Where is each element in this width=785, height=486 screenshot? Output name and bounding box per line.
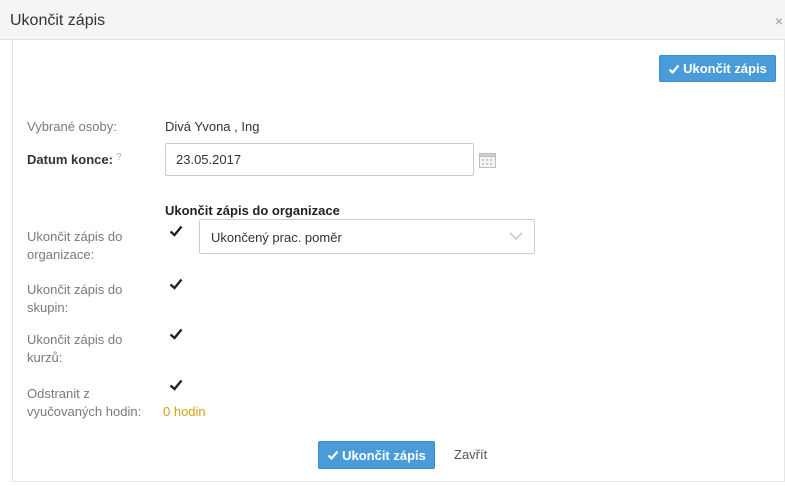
check-icon [327, 450, 339, 461]
dialog-title: Ukončit zápis [10, 12, 106, 29]
selected-persons-value: Divá Yvona , Ing [165, 119, 260, 134]
lessons-checkbox[interactable] [169, 378, 183, 392]
groups-label-line2: skupin: [27, 300, 69, 315]
close-icon[interactable]: × [775, 13, 783, 29]
courses-label-line1: Ukončit zápis do [27, 332, 123, 347]
org-reason-value: Ukončený prac. poměr [211, 230, 342, 245]
end-date-label: Datum konce:? [27, 151, 122, 171]
end-date-label-text: Datum konce: [27, 152, 113, 167]
org-label-line2: organizace: [27, 247, 95, 262]
end-enrollment-top-button[interactable]: Ukončit zápis [659, 55, 776, 82]
lessons-label-line1: Odstranit z [27, 386, 90, 401]
button-label: Ukončit zápis [683, 61, 767, 76]
lessons-count-link[interactable]: 0 hodin [163, 404, 206, 419]
lessons-label-line2: vyučovaných hodin: [27, 404, 142, 419]
courses-checkbox[interactable] [169, 327, 183, 341]
selected-persons-label: Vybrané osoby: [27, 119, 117, 134]
groups-label: Ukončit zápis do skupin: [27, 281, 122, 317]
help-icon[interactable]: ? [116, 152, 122, 163]
chevron-down-icon [509, 232, 523, 240]
section-heading: Ukončit zápis do organizace [165, 203, 340, 218]
end-date-input[interactable] [165, 143, 474, 176]
org-label-line1: Ukončit zápis do [27, 229, 123, 244]
lessons-label: Odstranit z vyučovaných hodin: [27, 385, 141, 421]
dialog-header: Ukončit zápis × [0, 0, 785, 40]
close-button[interactable]: Zavřít [454, 447, 487, 462]
groups-label-line1: Ukončit zápis do [27, 282, 123, 297]
courses-label: Ukončit zápis do kurzů: [27, 331, 122, 367]
button-label: Ukončit zápis [342, 447, 426, 463]
org-checkbox[interactable] [169, 224, 183, 238]
groups-checkbox[interactable] [169, 277, 183, 291]
calendar-icon[interactable] [479, 152, 496, 171]
end-enrollment-submit-button[interactable]: Ukončit zápis [318, 441, 435, 469]
org-label: Ukončit zápis do organizace: [27, 228, 122, 264]
org-reason-select[interactable]: Ukončený prac. poměr [199, 219, 535, 254]
courses-label-line2: kurzů: [27, 350, 63, 365]
check-icon [668, 64, 680, 74]
